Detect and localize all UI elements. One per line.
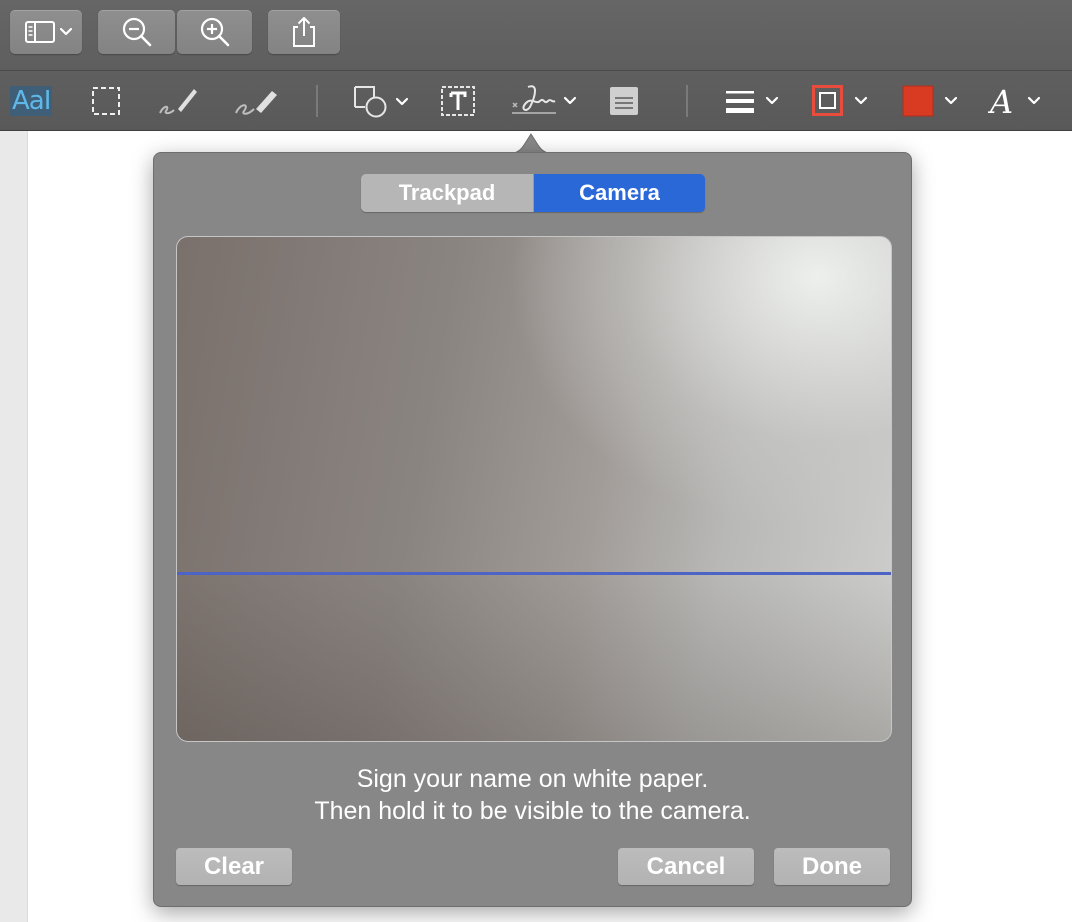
- note-tool[interactable]: [608, 71, 640, 130]
- line-style-tool[interactable]: [724, 71, 784, 130]
- chevron-down-icon: [765, 96, 779, 104]
- note-icon: [610, 86, 638, 115]
- text-tool-label: AaI: [12, 85, 51, 116]
- tab-camera[interactable]: Camera: [534, 174, 705, 212]
- rectangular-selection-icon: [92, 86, 120, 115]
- shapes-icon: [354, 85, 409, 117]
- text-selection-tool[interactable]: AaI: [10, 71, 60, 130]
- sidebar-icon: [25, 21, 73, 43]
- clear-button[interactable]: Clear: [176, 848, 292, 885]
- camera-instructions: Sign your name on white paper. Then hold…: [154, 763, 911, 827]
- chevron-down-icon: [395, 97, 409, 105]
- border-color-tool[interactable]: [812, 71, 874, 130]
- text-style-tool[interactable]: A: [988, 71, 1048, 130]
- text-style-icon: A: [988, 83, 1041, 119]
- shapes-tool[interactable]: [352, 71, 414, 130]
- zoom-out-button[interactable]: [98, 10, 175, 54]
- signature-baseline: [177, 572, 891, 575]
- toolbar-separator: [686, 85, 688, 117]
- chevron-down-icon: [1027, 96, 1041, 104]
- sketch-tool[interactable]: [156, 71, 200, 130]
- share-button[interactable]: [268, 10, 340, 54]
- toolbar-separator: [316, 85, 318, 117]
- fill-color-tool[interactable]: [902, 71, 964, 130]
- sidebar-area: [0, 131, 28, 922]
- zoom-in-icon: [200, 17, 229, 47]
- done-button[interactable]: Done: [774, 848, 890, 885]
- zoom-in-button[interactable]: [177, 10, 252, 54]
- text-selection-icon: AaI: [10, 85, 53, 116]
- instruction-line-2: Then hold it to be visible to the camera…: [314, 797, 751, 825]
- svg-text:A: A: [988, 83, 1013, 119]
- rectangular-selection-tool[interactable]: [90, 71, 124, 130]
- text-box-icon: [441, 85, 475, 116]
- window-toolbar: [0, 0, 1072, 71]
- sketch-icon: [159, 88, 197, 114]
- signature-source-control: Trackpad Camera: [361, 174, 705, 212]
- text-box-tool[interactable]: [440, 71, 476, 130]
- fill-color-icon: [902, 85, 958, 116]
- chevron-down-icon: [854, 96, 868, 104]
- draw-icon: [235, 90, 277, 115]
- zoom-out-icon: [122, 17, 151, 47]
- chevron-down-icon: [59, 27, 73, 36]
- instruction-line-1: Sign your name on white paper.: [356, 765, 709, 793]
- sidebar-view-button[interactable]: [10, 10, 82, 54]
- line-style-icon: [726, 90, 779, 113]
- popover-arrow: [506, 133, 556, 154]
- border-color-icon: [812, 84, 868, 116]
- share-icon: [293, 17, 315, 47]
- camera-preview: [176, 236, 892, 742]
- signature-popover: Trackpad Camera Sign your name on white …: [153, 152, 912, 907]
- chevron-down-icon: [563, 96, 577, 104]
- chevron-down-icon: [944, 96, 958, 104]
- cancel-button[interactable]: Cancel: [618, 848, 754, 885]
- markup-toolbar: AaI A: [0, 71, 1072, 131]
- draw-tool[interactable]: [232, 71, 280, 130]
- tab-trackpad[interactable]: Trackpad: [361, 174, 534, 212]
- camera-shading: [177, 571, 891, 741]
- sign-tool[interactable]: [508, 71, 582, 130]
- sign-icon: [512, 84, 577, 114]
